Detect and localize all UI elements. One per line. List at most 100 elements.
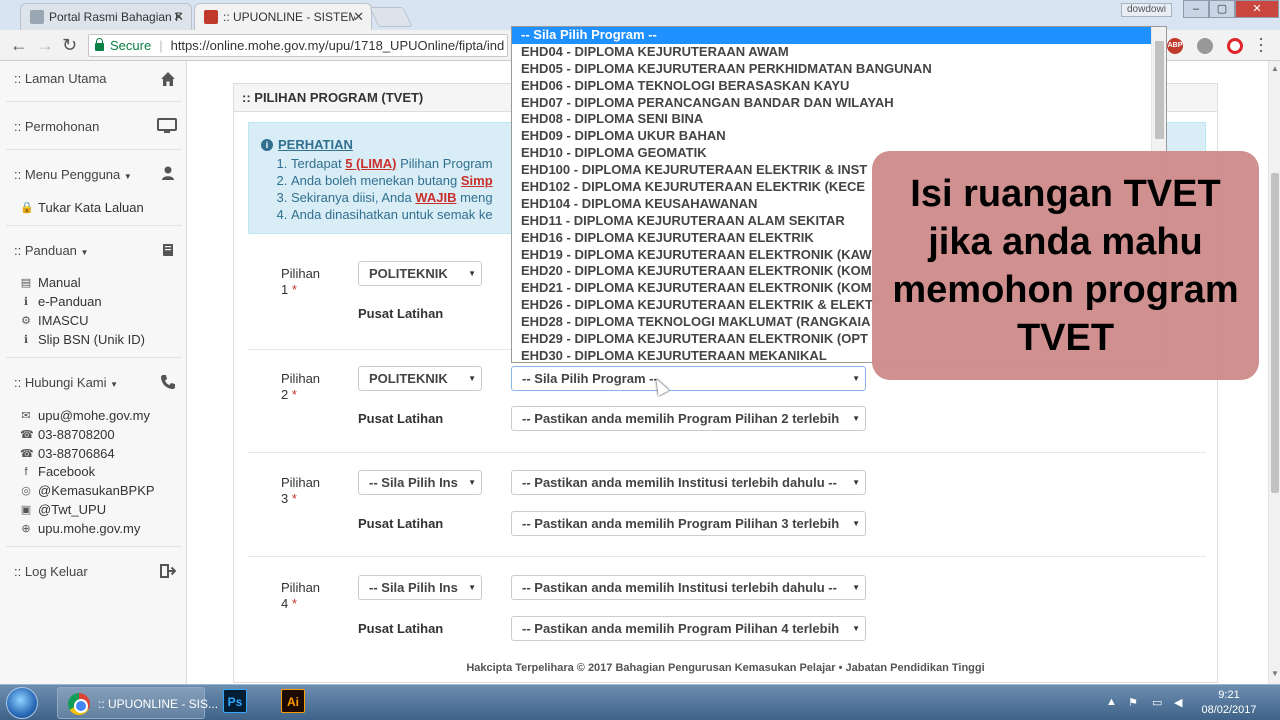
- twitter-icon: ▣: [20, 503, 32, 516]
- close-icon[interactable]: ✕: [173, 9, 184, 25]
- dropdown-option[interactable]: EHD08 - DIPLOMA SENI BINA: [512, 111, 1166, 128]
- globe-icon: ⊕: [21, 522, 31, 535]
- divider: [6, 357, 182, 358]
- sidebar-item-logout[interactable]: :: Log Keluar: [14, 564, 88, 579]
- choice-1-institution-select[interactable]: POLITEKNIK ▼: [358, 261, 482, 286]
- windows-taskbar: :: UPUONLINE - SIS... Ps Ai ▲ ⚑ ▭ ◀ 9:21…: [0, 684, 1280, 720]
- choice-4-label: Pilihan 4 *: [281, 580, 321, 611]
- divider: [6, 101, 182, 102]
- chevron-down-icon: ▼: [852, 374, 860, 383]
- dropdown-option[interactable]: EHD07 - DIPLOMA PERANCANGAN BANDAR DAN W…: [512, 95, 1166, 112]
- contact-phone-2: ☎ 03-88706864: [20, 446, 115, 461]
- profile-chip[interactable]: dowdowi: [1121, 3, 1172, 17]
- choice-3-program-select[interactable]: -- Pastikan anda memilih Institusi terle…: [511, 470, 866, 495]
- extension-icon[interactable]: [1197, 38, 1213, 54]
- forward-arrow-icon[interactable]: →: [36, 36, 54, 54]
- chevron-down-icon: ▼: [852, 583, 860, 592]
- scrollbar-thumb[interactable]: [1271, 173, 1279, 493]
- url-text: https://online.mohe.gov.my/upu/1718_UPUO…: [170, 38, 505, 53]
- chevron-down-icon: ▼: [468, 374, 476, 383]
- chrome-icon: [68, 693, 90, 715]
- overlay-text: Isi ruangan TVET jika anda mahu memohon …: [892, 172, 1239, 359]
- choice-3-centre-select[interactable]: -- Pastikan anda memilih Program Pilihan…: [511, 511, 866, 536]
- chevron-down-icon: ▼: [468, 583, 476, 592]
- dropdown-option[interactable]: EHD09 - DIPLOMA UKUR BAHAN: [512, 128, 1166, 145]
- close-icon[interactable]: ✕: [353, 9, 364, 25]
- maximize-button[interactable]: ▢: [1209, 0, 1235, 18]
- lock-icon: [95, 37, 104, 51]
- dropdown-option[interactable]: -- Sila Pilih Program --: [512, 27, 1166, 44]
- choice-1-centre-label: Pusat Latihan: [358, 306, 444, 321]
- adblock-extension-icon[interactable]: ABP: [1167, 38, 1183, 54]
- action-center-icon[interactable]: ⚑: [1128, 696, 1138, 709]
- chevron-down-icon: ▼: [468, 269, 476, 278]
- instruction-overlay: Isi ruangan TVET jika anda mahu memohon …: [872, 151, 1259, 380]
- sidebar-item-imascu[interactable]: ⚙ IMASCU: [20, 313, 89, 328]
- sidebar-item-guide[interactable]: :: Panduan ▼: [14, 243, 88, 258]
- choice-2-centre-select[interactable]: -- Pastikan anda memilih Program Pilihan…: [511, 406, 866, 431]
- dropdown-scrollbar-thumb[interactable]: [1155, 41, 1164, 139]
- back-arrow-icon[interactable]: ←: [10, 36, 28, 54]
- omnibox-separator: |: [159, 38, 163, 53]
- illustrator-icon[interactable]: Ai: [281, 689, 305, 713]
- contact-facebook[interactable]: f Facebook: [20, 464, 95, 479]
- contact-email[interactable]: ✉ upu@mohe.gov.my: [20, 408, 150, 423]
- tab-upuonline[interactable]: :: UPUONLINE - SISTEM P... ✕: [194, 3, 372, 30]
- lock-icon: 🔒: [20, 201, 34, 214]
- opera-extension-icon[interactable]: [1227, 38, 1243, 54]
- choice-2-program-select[interactable]: -- Sila Pilih Program -- ▼: [511, 366, 866, 391]
- choice-4-program-select[interactable]: -- Pastikan anda memilih Institusi terle…: [511, 575, 866, 600]
- dropdown-option[interactable]: EHD05 - DIPLOMA KEJURUTERAAN PERKHIDMATA…: [512, 61, 1166, 78]
- window-close-button[interactable]: ✕: [1235, 0, 1279, 18]
- contact-website[interactable]: ⊕ upu.mohe.gov.my: [20, 521, 140, 536]
- taskbar-chrome-window[interactable]: :: UPUONLINE - SIS...: [57, 687, 218, 719]
- network-icon[interactable]: ▭: [1152, 696, 1162, 709]
- file-icon: ▤: [20, 276, 32, 289]
- contact-phone-1: ☎ 03-88708200: [20, 427, 115, 442]
- choice-3-institution-select[interactable]: -- Sila Pilih Ins ▼: [358, 470, 482, 495]
- photoshop-icon[interactable]: Ps: [223, 689, 247, 713]
- sidebar-item-change-password[interactable]: 🔒 Tukar Kata Laluan: [20, 200, 144, 215]
- choice-3-centre-label: Pusat Latihan: [358, 516, 444, 531]
- choice-4-centre-select[interactable]: -- Pastikan anda memilih Program Pilihan…: [511, 616, 866, 641]
- contact-instagram[interactable]: ◎ @KemasukanBPKP: [20, 483, 154, 498]
- tab-portal-rasmi[interactable]: Portal Rasmi Bahagian P... ✕: [20, 3, 192, 30]
- tab-title: Portal Rasmi Bahagian P...: [49, 10, 181, 24]
- instagram-icon: ◎: [21, 484, 31, 497]
- sidebar-item-slip-bsn[interactable]: ℹ Slip BSN (Unik ID): [20, 332, 145, 347]
- start-button[interactable]: [6, 687, 38, 719]
- scroll-up-icon[interactable]: ▲: [1271, 64, 1279, 73]
- scroll-down-icon[interactable]: ▼: [1271, 669, 1279, 678]
- tab-title: :: UPUONLINE - SISTEM P...: [223, 10, 355, 24]
- minimize-button[interactable]: –: [1183, 0, 1209, 18]
- page-scrollbar[interactable]: ▲ ▼: [1268, 61, 1280, 684]
- sidebar-item-application[interactable]: :: Permohonan: [14, 119, 99, 134]
- tray-expand-icon[interactable]: ▲: [1106, 696, 1117, 708]
- address-bar[interactable]: Secure | https://online.mohe.gov.my/upu/…: [88, 34, 508, 57]
- sidebar-item-e-panduan[interactable]: ℹ e-Panduan: [20, 294, 102, 309]
- gear-icon: ⚙: [21, 314, 31, 327]
- reload-icon[interactable]: ↻: [62, 36, 77, 54]
- choice-2-institution-select[interactable]: POLITEKNIK ▼: [358, 366, 482, 391]
- info-icon: i: [261, 138, 273, 151]
- browser-menu-icon[interactable]: · · ·: [1258, 29, 1264, 59]
- sidebar-item-manual[interactable]: ▤ Manual: [20, 275, 81, 290]
- sidebar-item-contact[interactable]: :: Hubungi Kami ▼: [14, 375, 118, 390]
- logout-icon: [160, 564, 176, 578]
- chevron-down-icon: ▼: [852, 519, 860, 528]
- dropdown-option[interactable]: EHD04 - DIPLOMA KEJURUTERAAN AWAM: [512, 44, 1166, 61]
- system-clock[interactable]: 9:21 08/02/2017: [1200, 688, 1258, 718]
- new-tab-button[interactable]: [369, 7, 413, 27]
- sidebar: :: Laman Utama :: Permohonan :: Menu Pen…: [0, 61, 187, 684]
- volume-icon[interactable]: ◀: [1174, 696, 1182, 709]
- phone-icon: [161, 375, 175, 389]
- secure-label: Secure: [110, 38, 152, 53]
- contact-twitter[interactable]: ▣ @Twt_UPU: [20, 502, 106, 517]
- dropdown-option[interactable]: EHD06 - DIPLOMA TEKNOLOGI BERASASKAN KAY…: [512, 78, 1166, 95]
- sidebar-item-home[interactable]: :: Laman Utama: [14, 71, 107, 86]
- page-footer: Hakcipta Terpelihara © 2017 Bahagian Pen…: [466, 662, 985, 674]
- monitor-icon: [157, 118, 177, 133]
- choice-4-institution-select[interactable]: -- Sila Pilih Ins ▼: [358, 575, 482, 600]
- chevron-down-icon: ▼: [852, 478, 860, 487]
- sidebar-item-user-menu[interactable]: :: Menu Pengguna ▼: [14, 167, 132, 182]
